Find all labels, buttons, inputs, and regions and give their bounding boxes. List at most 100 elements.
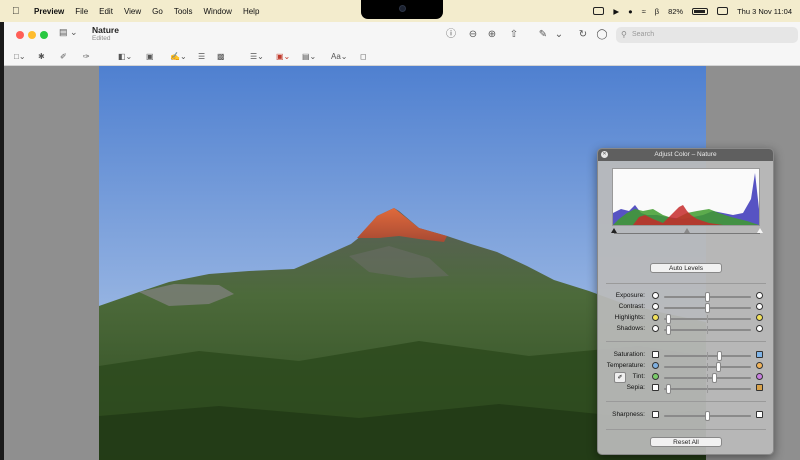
- auto-levels-button[interactable]: Auto Levels: [650, 263, 722, 273]
- draw-tool-icon[interactable]: ✑: [83, 51, 90, 62]
- saturation-max-icon: [756, 351, 763, 358]
- adjust-color-icon[interactable]: ☰: [198, 51, 205, 62]
- mute-icon[interactable]: ●: [628, 7, 633, 16]
- sepia-max-icon: [756, 384, 763, 391]
- border-color-icon[interactable]: ▣⌄: [276, 51, 290, 62]
- share-icon[interactable]: ⇧: [507, 28, 521, 42]
- tint-knob[interactable]: [711, 373, 717, 383]
- sketch-tool-icon[interactable]: ✐: [60, 51, 67, 62]
- exposure-min-icon: [652, 292, 659, 299]
- markup-menu-chevron-icon[interactable]: ⌄: [552, 28, 566, 42]
- saturation-slider[interactable]: [664, 351, 751, 361]
- levels-black-point-handle[interactable]: [611, 228, 617, 233]
- sepia-knob[interactable]: [665, 384, 671, 394]
- info-icon[interactable]: ⓘ: [444, 28, 458, 42]
- exposure-max-icon: [756, 292, 763, 299]
- sign-tool-icon[interactable]: ✍⌄: [170, 51, 187, 62]
- divider: [606, 283, 766, 284]
- sidebar-toggle-icon[interactable]: ▤ ⌄: [59, 27, 85, 41]
- text-tool-icon[interactable]: ▣: [146, 51, 154, 62]
- close-window-button[interactable]: [16, 31, 24, 39]
- levels-track: [614, 233, 760, 234]
- temperature-max-icon: [756, 362, 763, 369]
- levels-midtone-handle[interactable]: [684, 228, 690, 233]
- contrast-knob[interactable]: [705, 303, 710, 313]
- sharpness-max-icon: [756, 411, 763, 418]
- menu-tools[interactable]: Tools: [174, 7, 193, 16]
- shadows-label: Shadows:: [616, 325, 645, 332]
- tint-label: Tint:: [632, 373, 645, 380]
- bluetooth-icon[interactable]: β: [655, 7, 659, 16]
- exposure-knob[interactable]: [705, 292, 710, 302]
- shadows-row: Shadows:: [598, 324, 773, 335]
- shadows-min-icon: [652, 325, 659, 332]
- temperature-slider[interactable]: [664, 362, 751, 372]
- fill-color-icon[interactable]: ▤⌄: [302, 51, 316, 62]
- temperature-min-icon: [652, 362, 659, 369]
- menu-file[interactable]: File: [75, 7, 88, 16]
- menu-view[interactable]: View: [124, 7, 141, 16]
- levels-white-point-handle[interactable]: [757, 228, 763, 233]
- battery-percent: 82%: [668, 6, 684, 16]
- sepia-row: Sepia:: [598, 383, 773, 394]
- selection-tool-icon[interactable]: □⌄: [14, 51, 26, 62]
- control-center-icon[interactable]: [717, 7, 729, 15]
- exposure-slider[interactable]: [664, 292, 751, 302]
- shadows-knob[interactable]: [665, 325, 671, 335]
- sharpness-min-icon: [652, 411, 659, 418]
- panel-title: Adjust Color – Nature: [654, 151, 717, 158]
- document-name: Nature: [92, 25, 119, 35]
- saturation-knob[interactable]: [717, 351, 723, 361]
- sharpness-slider[interactable]: [664, 411, 751, 421]
- rotate-icon[interactable]: ↻: [576, 28, 590, 42]
- contrast-max-icon: [756, 303, 763, 310]
- reset-all-button[interactable]: Reset All: [650, 437, 722, 447]
- search-field[interactable]: ⚲ Search: [616, 27, 798, 43]
- adjust-size-icon[interactable]: ▩: [217, 51, 225, 62]
- instant-alpha-icon[interactable]: ✱: [38, 51, 45, 62]
- menu-app-name[interactable]: Preview: [34, 7, 64, 16]
- minimize-window-button[interactable]: [28, 31, 36, 39]
- temperature-knob[interactable]: [715, 362, 721, 372]
- contrast-slider[interactable]: [664, 303, 751, 313]
- shape-style-icon[interactable]: ☰⌄: [250, 51, 264, 62]
- apple-menu-icon[interactable]: : [12, 6, 26, 17]
- divider: [606, 429, 766, 430]
- battery-icon[interactable]: [692, 7, 709, 15]
- document-status: Edited: [92, 35, 111, 42]
- camera-notch: [361, 0, 443, 19]
- histogram: [612, 168, 760, 226]
- window-titlebar: ▤ ⌄ Nature Edited ⓘ ⊖ ⊕ ⇧ ✎ ⌄ ↻ ◯ ⚲ Sear…: [4, 22, 800, 47]
- shadows-slider[interactable]: [664, 325, 751, 335]
- menu-help[interactable]: Help: [243, 7, 259, 16]
- annotate-icon[interactable]: ◻: [360, 51, 367, 62]
- wifi-icon[interactable]: ≈: [642, 7, 646, 16]
- sharpness-knob[interactable]: [705, 411, 710, 421]
- sepia-slider[interactable]: [664, 384, 751, 394]
- screen-mirror-icon[interactable]: [593, 7, 605, 15]
- eyedropper-icon[interactable]: ✐: [614, 372, 626, 383]
- menu-window[interactable]: Window: [204, 7, 232, 16]
- highlights-slider[interactable]: [664, 314, 751, 324]
- zoom-in-icon[interactable]: ⊕: [485, 28, 499, 42]
- contrast-row: Contrast:: [598, 302, 773, 313]
- zoom-out-icon[interactable]: ⊖: [466, 28, 480, 42]
- exposure-row: Exposure:: [598, 291, 773, 302]
- tint-slider[interactable]: [664, 373, 751, 383]
- play-icon[interactable]: ▶: [613, 7, 619, 16]
- zoom-window-button[interactable]: [40, 31, 48, 39]
- exposure-label: Exposure:: [615, 292, 645, 299]
- menu-edit[interactable]: Edit: [99, 7, 113, 16]
- document-title: Nature Edited: [92, 25, 119, 42]
- panel-titlebar: ✕ Adjust Color – Nature: [598, 149, 773, 161]
- menu-go[interactable]: Go: [152, 7, 163, 16]
- markup-toolbar-icon[interactable]: ◯: [595, 28, 609, 42]
- sepia-min-icon: [652, 384, 659, 391]
- sepia-label: Sepia:: [626, 384, 645, 391]
- shapes-tool-icon[interactable]: ◧⌄: [118, 51, 132, 62]
- text-style-icon[interactable]: Aa⌄: [331, 51, 348, 62]
- markup-icon[interactable]: ✎: [536, 28, 550, 42]
- saturation-min-icon: [652, 351, 659, 358]
- clock[interactable]: Thu 3 Nov 11:04: [737, 7, 792, 16]
- highlights-knob[interactable]: [665, 314, 671, 324]
